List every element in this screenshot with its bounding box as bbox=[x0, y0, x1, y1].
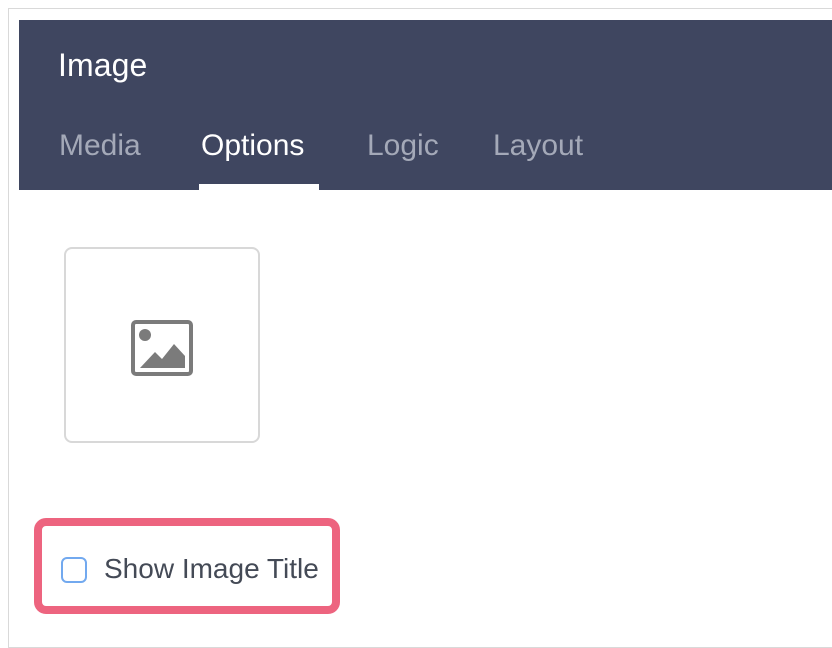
image-placeholder-tile[interactable] bbox=[64, 247, 260, 443]
image-placeholder-icon bbox=[131, 320, 193, 376]
panel-header: Image Media Options Logic Layout bbox=[19, 20, 832, 190]
tab-layout[interactable]: Layout bbox=[493, 123, 583, 169]
tab-options[interactable]: Options bbox=[201, 123, 304, 169]
tab-media[interactable]: Media bbox=[59, 123, 141, 169]
show-image-title-checkbox[interactable] bbox=[61, 557, 87, 583]
tab-logic[interactable]: Logic bbox=[367, 123, 439, 169]
panel-title: Image bbox=[58, 47, 148, 83]
active-tab-indicator bbox=[199, 184, 319, 190]
show-image-title-label[interactable]: Show Image Title bbox=[104, 550, 319, 588]
